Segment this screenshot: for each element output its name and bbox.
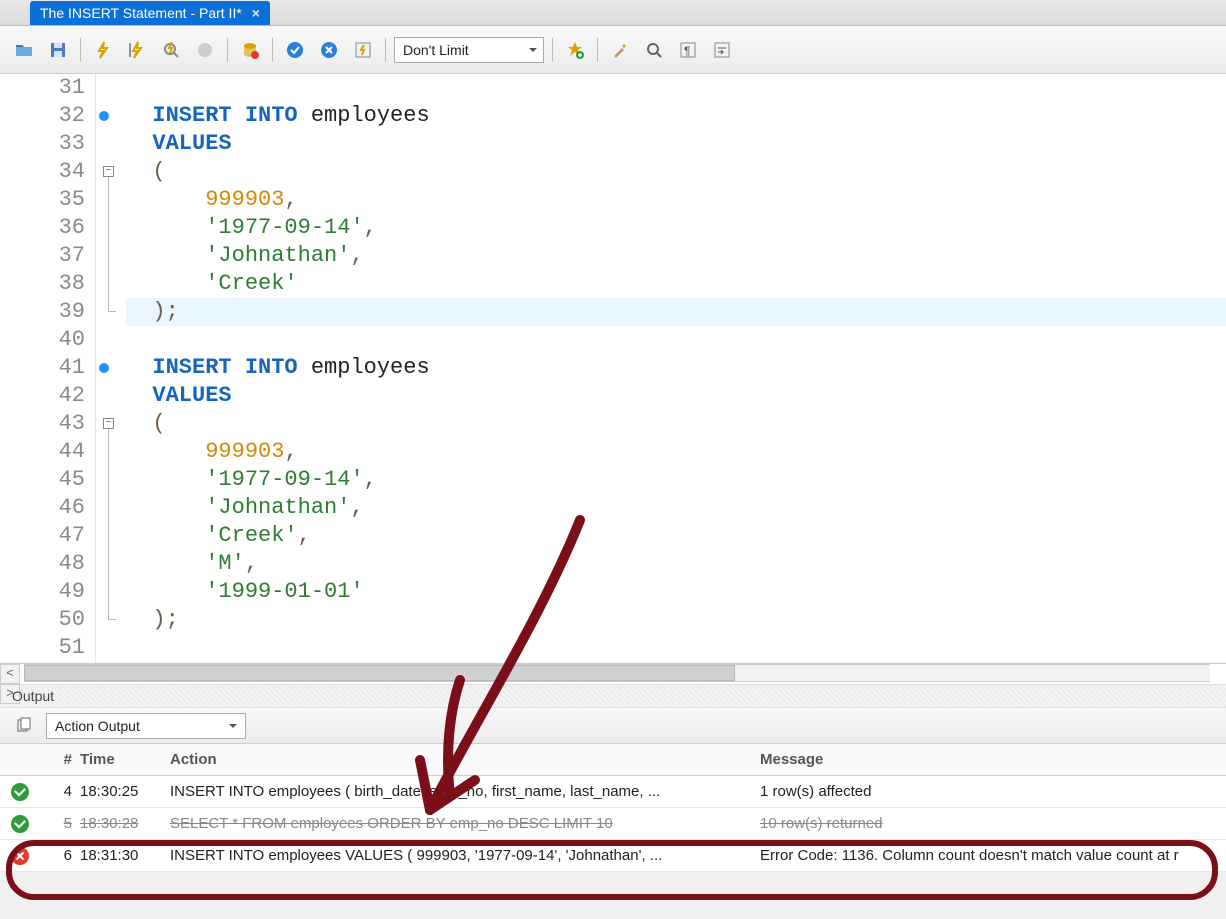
fold-column: −− — [96, 74, 122, 663]
success-icon — [11, 815, 29, 833]
col-action: Action — [170, 751, 760, 768]
tab-title: The INSERT Statement - Part II* — [40, 1, 242, 25]
success-icon — [11, 783, 29, 801]
commit-icon[interactable] — [236, 36, 264, 64]
limit-value: Don't Limit — [403, 42, 469, 58]
horizontal-scrollbar[interactable]: < > — [0, 664, 1226, 684]
apply-icon[interactable] — [281, 36, 309, 64]
output-row[interactable]: 618:31:30INSERT INTO employees VALUES ( … — [0, 840, 1226, 872]
svg-text:¶: ¶ — [684, 44, 690, 58]
output-row[interactable]: 518:30:28SELECT * FROM employees ORDER B… — [0, 808, 1226, 840]
close-icon[interactable]: × — [252, 1, 260, 25]
output-mode-value: Action Output — [55, 718, 140, 734]
col-index: # — [40, 751, 80, 768]
output-toolbar: Action Output — [0, 708, 1226, 744]
open-icon[interactable] — [10, 36, 38, 64]
limit-select[interactable]: Don't Limit — [394, 37, 544, 63]
error-icon — [11, 847, 29, 865]
output-copy-icon[interactable] — [10, 712, 38, 740]
output-row[interactable]: 418:30:25INSERT INTO employees ( birth_d… — [0, 776, 1226, 808]
scroll-left-icon[interactable]: < — [0, 664, 20, 684]
beautify-icon[interactable] — [606, 36, 634, 64]
explain-icon[interactable] — [157, 36, 185, 64]
output-mode-select[interactable]: Action Output — [46, 713, 246, 739]
line-gutter: 3132333435363738394041424344454647484950… — [0, 74, 96, 663]
toolbar-separator — [597, 38, 598, 62]
tab-active[interactable]: The INSERT Statement - Part II* × — [30, 1, 270, 25]
paragraph-icon[interactable]: ¶ — [674, 36, 702, 64]
scrollbar-thumb[interactable] — [24, 665, 736, 681]
toolbar-separator — [385, 38, 386, 62]
output-grid-body: 418:30:25INSERT INTO employees ( birth_d… — [0, 776, 1226, 872]
code-area[interactable]: INSERT INTO employees VALUES ( 999903, '… — [122, 74, 1226, 663]
tab-bar: The INSERT Statement - Part II* × — [0, 0, 1226, 26]
stop-icon[interactable] — [191, 36, 219, 64]
execute-icon[interactable] — [89, 36, 117, 64]
sql-editor[interactable]: 3132333435363738394041424344454647484950… — [0, 74, 1226, 664]
col-message: Message — [760, 751, 1226, 768]
toolbar-separator — [227, 38, 228, 62]
cancel-icon[interactable] — [315, 36, 343, 64]
scrollbar-track[interactable] — [24, 664, 1210, 682]
wrap-icon[interactable] — [708, 36, 736, 64]
favorite-icon[interactable] — [561, 36, 589, 64]
toolbar-separator — [272, 38, 273, 62]
execute-current-icon[interactable] — [123, 36, 151, 64]
save-icon[interactable] — [44, 36, 72, 64]
output-grid-header: # Time Action Message — [0, 744, 1226, 776]
toolbar-separator — [80, 38, 81, 62]
snippet-icon[interactable] — [349, 36, 377, 64]
toolbar: Don't Limit ¶ — [0, 26, 1226, 74]
search-icon[interactable] — [640, 36, 668, 64]
output-panel-label: Output — [0, 684, 1226, 708]
col-time: Time — [80, 751, 170, 768]
toolbar-separator — [552, 38, 553, 62]
